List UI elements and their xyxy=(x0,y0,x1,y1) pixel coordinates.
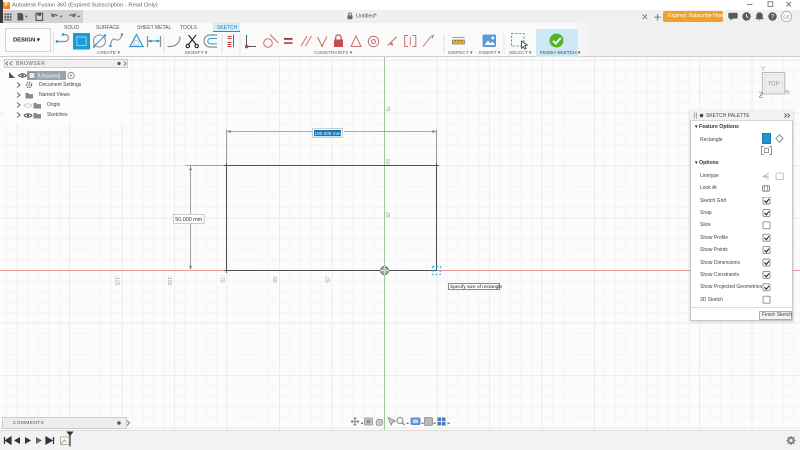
svg-text:?: ? xyxy=(771,14,775,21)
svg-text:-75: -75 xyxy=(219,276,225,283)
svg-text:50: 50 xyxy=(384,159,390,165)
svg-text:TOP: TOP xyxy=(767,82,779,88)
svg-text:50.000 mm: 50.000 mm xyxy=(175,217,202,223)
svg-text:75: 75 xyxy=(384,106,390,112)
svg-text:GE: GE xyxy=(783,15,790,20)
svg-text:X: X xyxy=(786,90,791,97)
svg-text:(Unsaved): (Unsaved) xyxy=(38,74,61,80)
svg-text:-50: -50 xyxy=(271,276,277,283)
svg-text:Y: Y xyxy=(761,64,766,73)
svg-text:100.000 mm: 100.000 mm xyxy=(314,131,340,136)
svg-text:-125: -125 xyxy=(114,276,120,286)
svg-text:25: 25 xyxy=(384,212,390,218)
svg-text:-25: -25 xyxy=(324,276,330,283)
svg-text:-100: -100 xyxy=(166,276,172,286)
